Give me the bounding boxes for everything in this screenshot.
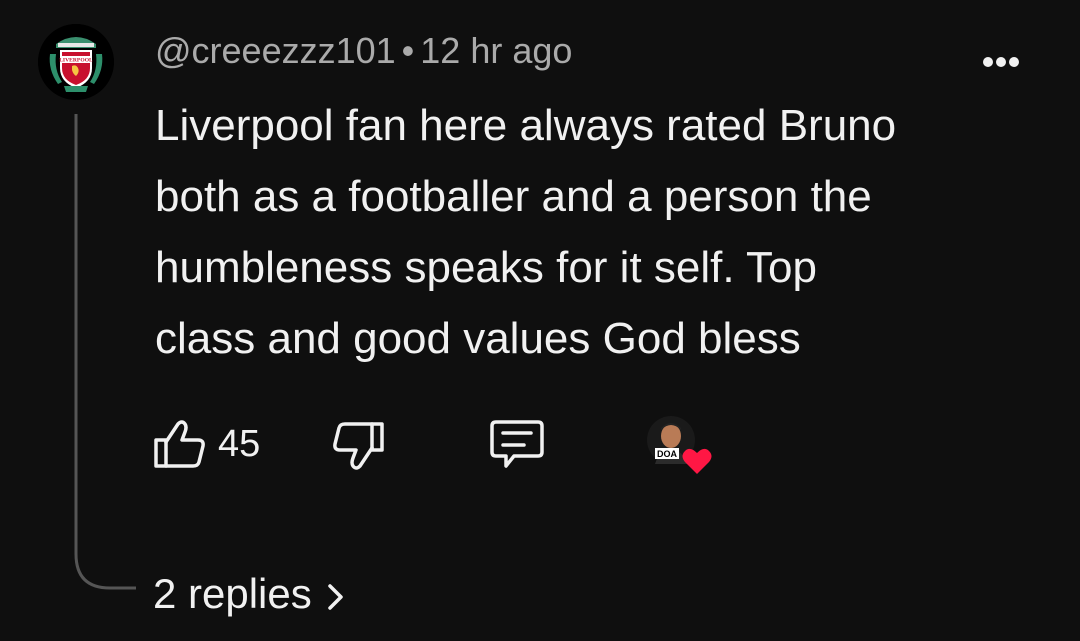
thumbs-up-icon[interactable]	[152, 418, 208, 470]
author-handle[interactable]: @creeezzz101	[155, 30, 396, 71]
creator-heart-badge: DOA	[647, 416, 717, 478]
chevron-right-icon	[328, 584, 343, 610]
comment-line: humbleness speaks for it self. Top	[155, 243, 817, 292]
replies-label: 2 replies	[153, 570, 312, 617]
comment-body: Liverpool fan here always rated Bruno bo…	[155, 90, 1035, 374]
liverpool-crest-icon: LIVERPOOL	[38, 24, 114, 100]
comment-line: class and good values God bless	[155, 314, 801, 363]
header-separator: •	[401, 30, 415, 71]
comment-line: both as a footballer and a person the	[155, 172, 872, 221]
thumbs-down-icon[interactable]	[330, 420, 386, 472]
author-avatar[interactable]: LIVERPOOL	[38, 24, 114, 100]
view-replies-button[interactable]: 2 replies	[153, 570, 346, 618]
heart-icon	[682, 448, 712, 474]
comment-line: Liverpool fan here always rated Bruno	[155, 101, 897, 150]
creator-badge-text: DOA	[657, 449, 678, 459]
comment-header: @creeezzz101 • 12 hr ago	[155, 30, 572, 72]
crest-text: LIVERPOOL	[59, 58, 93, 64]
like-count: 45	[218, 423, 261, 465]
comment-icon[interactable]	[488, 418, 546, 472]
more-options-icon[interactable]	[976, 50, 1026, 74]
comment-thread: LIVERPOOL @creeezzz101 • 12 hr ago Liverpo…	[0, 0, 1080, 641]
thread-line	[74, 114, 136, 590]
timestamp[interactable]: 12 hr ago	[420, 30, 572, 71]
